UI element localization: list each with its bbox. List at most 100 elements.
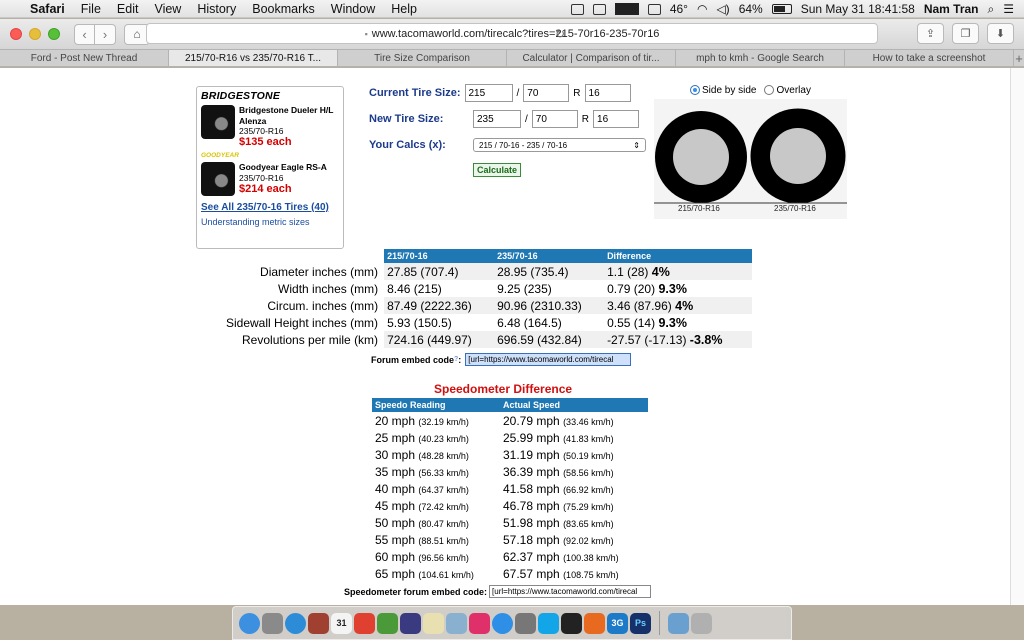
downloads-icon[interactable]	[668, 612, 689, 634]
overlay-label[interactable]: Overlay	[776, 85, 810, 96]
speedo-reading: 25 mph (40.23 km/h)	[372, 429, 500, 446]
close-window-icon[interactable]	[10, 28, 22, 40]
product-name[interactable]: Bridgestone Dueler H/L Alenza	[239, 105, 339, 126]
radio-unselected-icon[interactable]	[764, 85, 775, 96]
downloads-button[interactable]: ⬇	[987, 23, 1014, 44]
new-width-input[interactable]: 235	[473, 110, 521, 128]
forward-button[interactable]: ›	[95, 23, 116, 45]
current-ratio-input[interactable]: 70	[523, 84, 570, 102]
your-calcs-select[interactable]: 215 / 70-16 - 235 / 70-16 ⇕	[473, 138, 646, 152]
actual-speed: 62.37 mph (100.38 km/h)	[500, 548, 648, 565]
eclipse-icon[interactable]	[400, 612, 421, 634]
firefox-icon[interactable]	[584, 612, 605, 634]
wifi-icon[interactable]: ◠	[697, 2, 707, 16]
tab-overview-button[interactable]: ❐	[952, 23, 979, 44]
user-name[interactable]: Nam Tran	[924, 2, 979, 16]
launchpad-icon[interactable]	[262, 612, 283, 634]
overlay-option[interactable]: Overlay	[764, 85, 811, 96]
keyboard-status-icon[interactable]	[570, 3, 584, 15]
side-by-side-label[interactable]: Side by side	[702, 85, 756, 96]
appstore-icon[interactable]	[492, 612, 513, 634]
actual-mph: 36.39 mph	[503, 464, 560, 479]
menu-bookmarks[interactable]: Bookmarks	[252, 2, 315, 16]
tire-thumbnail-icon[interactable]	[201, 105, 235, 139]
preferences-icon[interactable]	[515, 612, 536, 634]
volume-icon[interactable]: ◁)	[716, 2, 729, 16]
clock[interactable]: Sun May 31 18:41:58	[801, 2, 915, 16]
speedo-embed-input[interactable]: [url=https://www.tacomaworld.com/tirecal	[489, 585, 652, 598]
tire-thumbnail-icon[interactable]	[201, 162, 235, 196]
radio-selected-icon[interactable]	[690, 85, 700, 96]
product-goodyear[interactable]: Goodyear Eagle RS-A 235/70-R16 $214 each	[201, 162, 339, 196]
actual-mph: 51.98 mph	[503, 515, 560, 530]
preview-icon[interactable]	[446, 612, 467, 634]
safari-icon[interactable]	[285, 612, 306, 634]
minimize-window-icon[interactable]	[29, 28, 41, 40]
battery-percent[interactable]: 64%	[739, 2, 763, 16]
product-name[interactable]: Goodyear Eagle RS-A	[239, 162, 327, 173]
new-tab-button[interactable]: +	[1014, 50, 1024, 66]
terminal-icon[interactable]	[561, 612, 582, 634]
speedo-reading: 35 mph (56.33 km/h)	[372, 463, 500, 480]
fullscreen-window-icon[interactable]	[48, 28, 60, 40]
skype-icon[interactable]	[538, 612, 559, 634]
address-bar[interactable]: ▪ www.tacomaworld.com/tirecalc?tires=215…	[146, 23, 878, 44]
tab-ford-post[interactable]: Ford - Post New Thread	[0, 50, 169, 66]
chrome-icon[interactable]	[354, 612, 375, 634]
reading-mph: 65 mph	[375, 566, 416, 581]
bridgestone-logo[interactable]: BRIDGESTONE	[201, 90, 339, 102]
ram-status-icon[interactable]	[592, 3, 606, 15]
3g-icon[interactable]: 3G	[607, 612, 628, 634]
itunes-icon[interactable]	[469, 612, 490, 634]
your-calcs-value: 215 / 70-16 - 235 / 70-16	[479, 140, 568, 150]
finder-icon[interactable]	[239, 612, 260, 634]
reload-icon[interactable]: ↻	[555, 27, 565, 41]
menu-view[interactable]: View	[154, 2, 181, 16]
page-scrollbar[interactable]	[1010, 68, 1024, 605]
calculate-button[interactable]: Calculate	[473, 163, 521, 177]
menu-app-safari[interactable]: Safari	[30, 2, 65, 16]
current-rim-input[interactable]: 16	[584, 84, 631, 102]
reading-kmh: (80.47 km/h)	[418, 518, 469, 529]
difference-value: 0.55 (14) 9.3%	[604, 314, 752, 331]
tab-tire-size-comparison[interactable]: Tire Size Comparison	[338, 50, 507, 66]
tab-tire-compare-active[interactable]: 215/70-R16 vs 235/70-R16 T...	[169, 50, 338, 66]
actual-mph: 46.78 mph	[503, 498, 560, 513]
row-label: Circum. inches (mm)	[267, 298, 379, 313]
dictionary-icon[interactable]	[308, 612, 329, 634]
trash-icon[interactable]	[691, 612, 712, 634]
share-button[interactable]: ⇪	[917, 23, 944, 44]
back-button[interactable]: ‹	[74, 23, 95, 45]
spotlight-icon[interactable]: ⌕	[988, 2, 995, 17]
temperature-readout[interactable]: 46°	[670, 2, 688, 16]
menu-file[interactable]: File	[81, 2, 101, 16]
notes-icon[interactable]	[423, 612, 444, 634]
menu-history[interactable]: History	[197, 2, 236, 16]
see-all-tires-link[interactable]: See All 235/70-16 Tires (40)	[201, 202, 339, 213]
new-rim-input[interactable]: 16	[593, 110, 640, 128]
understanding-metric-link[interactable]: Understanding metric sizes	[201, 217, 339, 227]
menu-edit[interactable]: Edit	[117, 2, 139, 16]
menu-window[interactable]: Window	[331, 2, 375, 16]
forum-embed-input[interactable]: [url=https://www.tacomaworld.com/tirecal	[465, 353, 632, 366]
goodyear-logo[interactable]: GOODYEAR	[201, 152, 339, 159]
evernote-icon[interactable]	[377, 612, 398, 634]
cpu-graph-icon[interactable]	[614, 3, 639, 15]
side-by-side-option[interactable]: Side by side	[690, 85, 756, 96]
product-bridgestone[interactable]: Bridgestone Dueler H/L Alenza 235/70-R16…	[201, 105, 339, 148]
network-status-icon[interactable]	[647, 3, 661, 15]
diff-percent: 9.3%	[658, 315, 687, 330]
actual-kmh: (108.75 km/h)	[563, 569, 619, 580]
new-ratio-input[interactable]: 70	[531, 110, 578, 128]
battery-icon[interactable]	[771, 4, 792, 14]
tab-screenshot-howto[interactable]: How to take a screenshot	[845, 50, 1014, 66]
notification-center-icon[interactable]: ☰	[1003, 2, 1014, 16]
photoshop-icon[interactable]: Ps	[630, 612, 651, 634]
actual-kmh: (83.65 km/h)	[563, 518, 614, 529]
menu-help[interactable]: Help	[391, 2, 417, 16]
table-row: 20 mph (32.19 km/h) 20.79 mph (33.46 km/h…	[372, 412, 648, 429]
tab-calculator[interactable]: Calculator | Comparison of tir...	[507, 50, 676, 66]
current-width-input[interactable]: 215	[464, 84, 513, 102]
calendar-icon[interactable]: 31	[331, 612, 352, 634]
tab-mph-to-kmh[interactable]: mph to kmh - Google Search	[676, 50, 845, 66]
